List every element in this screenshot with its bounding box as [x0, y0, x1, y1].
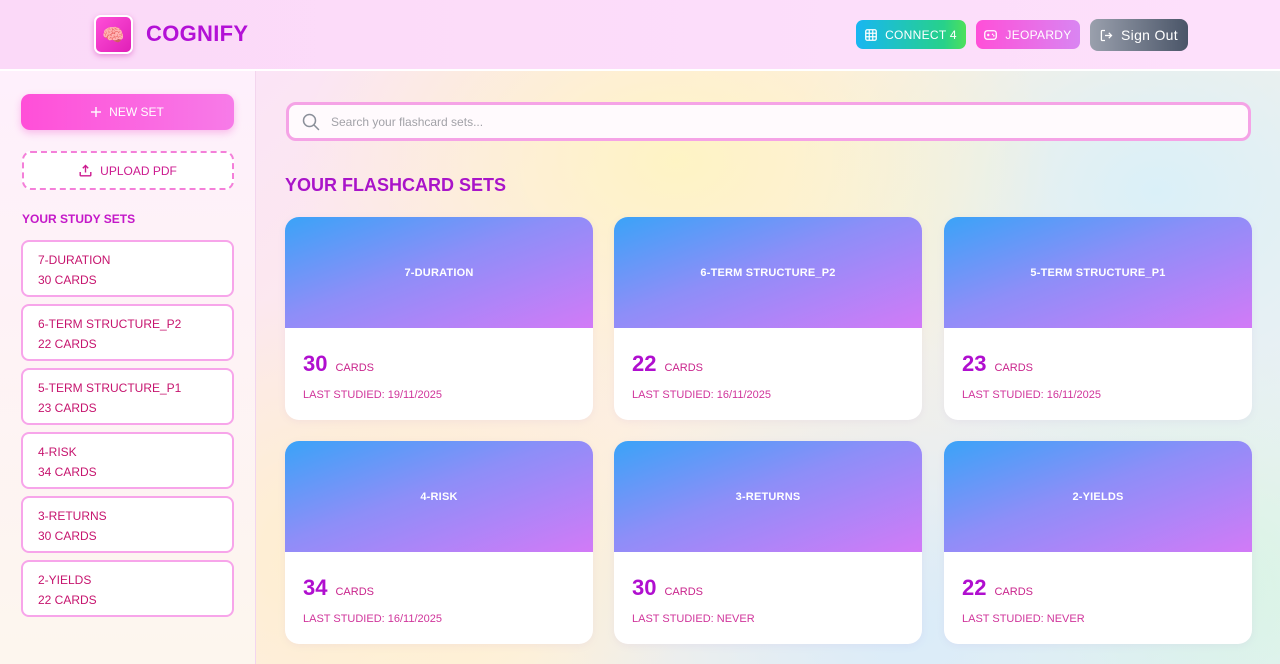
study-set-name: 5-TERM STRUCTURE_P1 [38, 381, 182, 395]
search-input[interactable] [331, 114, 1211, 129]
flashcard-set-card[interactable]: 6-TERM STRUCTURE_P2 22 CARDS LAST STUDIE… [614, 217, 922, 420]
study-set-item[interactable]: 2-YIELDS 22 CARDS [21, 560, 234, 617]
page-title: YOUR FLASHCARD SETS [285, 175, 507, 195]
card-count-unit: CARDS [335, 362, 374, 374]
new-set-label: NEW SET [109, 105, 164, 119]
flashcard-set-card[interactable]: 7-DURATION 30 CARDS LAST STUDIED: 19/11/… [285, 217, 593, 420]
card-count: 30 [632, 575, 657, 600]
card-last-studied: LAST STUDIED: 16/11/2025 [962, 389, 1101, 401]
card-banner: 5-TERM STRUCTURE_P1 [944, 217, 1252, 328]
connect-4-label: CONNECT 4 [885, 27, 957, 42]
study-set-count: 23 CARDS [38, 401, 97, 415]
card-count-unit: CARDS [335, 586, 374, 598]
card-count-unit: CARDS [994, 586, 1033, 598]
logout-icon [1100, 29, 1113, 41]
study-set-name: 4-RISK [38, 445, 77, 459]
study-set-item[interactable]: 7-DURATION 30 CARDS [21, 240, 234, 297]
card-banner: 3-RETURNS [614, 441, 922, 552]
card-banner: 4-RISK [285, 441, 593, 552]
card-banner: 7-DURATION [285, 217, 593, 328]
grid-icon [865, 28, 877, 41]
card-count: 30 [303, 351, 328, 376]
logo-emoji: 🧠 [102, 24, 125, 45]
card-count: 23 [962, 351, 987, 376]
card-count-unit: CARDS [664, 362, 703, 374]
study-set-item[interactable]: 4-RISK 34 CARDS [21, 432, 234, 489]
study-set-count: 34 CARDS [38, 465, 97, 479]
card-count: 22 [962, 575, 987, 600]
study-set-item[interactable]: 3-RETURNS 30 CARDS [21, 496, 234, 553]
flashcard-set-card[interactable]: 3-RETURNS 30 CARDS LAST STUDIED: NEVER [614, 441, 922, 644]
plus-icon [91, 107, 102, 117]
card-count-row: 22 CARDS [962, 575, 1033, 601]
card-title: 5-TERM STRUCTURE_P1 [1030, 266, 1166, 279]
card-title: 4-RISK [420, 490, 458, 503]
study-set-item[interactable]: 5-TERM STRUCTURE_P1 23 CARDS [21, 368, 234, 425]
app-name[interactable]: COGNIFY [146, 21, 248, 47]
card-count-row: 30 CARDS [303, 351, 374, 377]
study-set-name: 2-YIELDS [38, 573, 92, 587]
card-count: 34 [303, 575, 328, 600]
card-count: 22 [632, 351, 657, 376]
top-header: 🧠 COGNIFY CONNECT 4 JEOPARDY Sign Out [0, 0, 1280, 71]
brain-icon[interactable]: 🧠 [94, 15, 133, 54]
card-title: 2-YIELDS [1072, 490, 1124, 503]
jeopardy-button[interactable]: JEOPARDY [976, 20, 1080, 49]
study-set-count: 30 CARDS [38, 529, 97, 543]
study-sets-heading: YOUR STUDY SETS [22, 212, 136, 226]
card-title: 7-DURATION [404, 266, 474, 279]
new-set-button[interactable]: NEW SET [21, 94, 234, 130]
card-count-row: 22 CARDS [632, 351, 703, 377]
gamepad-icon [984, 29, 998, 40]
card-last-studied: LAST STUDIED: NEVER [632, 613, 755, 625]
card-title: 3-RETURNS [735, 490, 801, 503]
study-set-name: 7-DURATION [38, 253, 111, 267]
main-content: YOUR FLASHCARD SETS 7-DURATION 30 CARDS … [256, 71, 1280, 664]
card-banner: 6-TERM STRUCTURE_P2 [614, 217, 922, 328]
flashcard-set-card[interactable]: 5-TERM STRUCTURE_P1 23 CARDS LAST STUDIE… [944, 217, 1252, 420]
jeopardy-label: JEOPARDY [1005, 27, 1072, 42]
card-banner: 2-YIELDS [944, 441, 1252, 552]
sign-out-label: Sign Out [1121, 27, 1178, 43]
card-count-row: 34 CARDS [303, 575, 374, 601]
card-last-studied: LAST STUDIED: 16/11/2025 [632, 389, 771, 401]
study-set-name: 3-RETURNS [38, 509, 107, 523]
card-count-row: 23 CARDS [962, 351, 1033, 377]
card-last-studied: LAST STUDIED: 19/11/2025 [303, 389, 442, 401]
card-count-unit: CARDS [994, 362, 1033, 374]
upload-pdf-button[interactable]: UPLOAD PDF [22, 151, 234, 190]
card-count-unit: CARDS [664, 586, 703, 598]
search-icon [302, 113, 320, 130]
card-last-studied: LAST STUDIED: 16/11/2025 [303, 613, 442, 625]
card-count-row: 30 CARDS [632, 575, 703, 601]
sign-out-button[interactable]: Sign Out [1090, 19, 1188, 51]
upload-pdf-label: UPLOAD PDF [100, 163, 177, 178]
study-set-item[interactable]: 6-TERM STRUCTURE_P2 22 CARDS [21, 304, 234, 361]
sidebar: NEW SET UPLOAD PDF YOUR STUDY SETS 7-DUR… [0, 71, 256, 664]
flashcard-set-card[interactable]: 4-RISK 34 CARDS LAST STUDIED: 16/11/2025 [285, 441, 593, 644]
study-set-count: 22 CARDS [38, 593, 97, 607]
card-title: 6-TERM STRUCTURE_P2 [700, 266, 836, 279]
search-bar[interactable] [286, 102, 1251, 141]
card-last-studied: LAST STUDIED: NEVER [962, 613, 1085, 625]
study-set-name: 6-TERM STRUCTURE_P2 [38, 317, 182, 331]
connect-4-button[interactable]: CONNECT 4 [856, 20, 966, 49]
upload-icon [79, 164, 92, 177]
flashcard-set-card[interactable]: 2-YIELDS 22 CARDS LAST STUDIED: NEVER [944, 441, 1252, 644]
study-set-count: 30 CARDS [38, 273, 97, 287]
study-set-count: 22 CARDS [38, 337, 97, 351]
